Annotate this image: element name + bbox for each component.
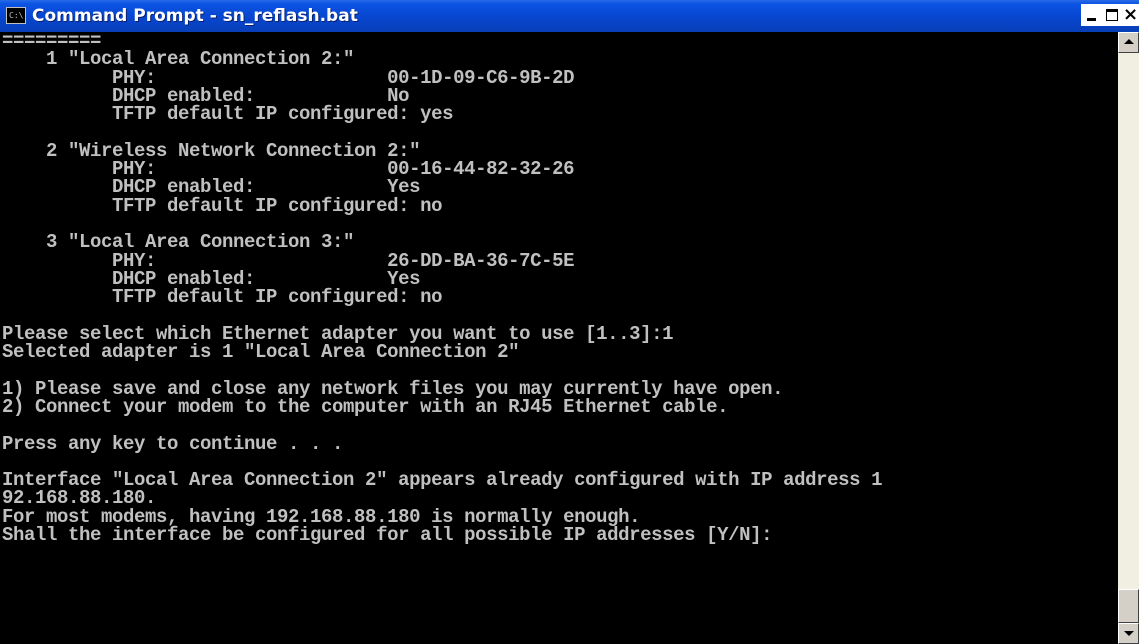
console-text: ========= 1 "Local Area Connection 2:" P… bbox=[0, 32, 1118, 547]
minimize-button[interactable] bbox=[1081, 4, 1103, 26]
scroll-down-arrow-icon bbox=[1124, 631, 1134, 636]
scroll-track[interactable] bbox=[1118, 53, 1139, 623]
console-output[interactable]: ========= 1 "Local Area Connection 2:" P… bbox=[0, 32, 1118, 644]
console-line: Selected adapter is 1 "Local Area Connec… bbox=[2, 341, 520, 364]
scroll-up-button[interactable] bbox=[1118, 32, 1139, 53]
scroll-up-arrow-icon bbox=[1124, 39, 1134, 44]
console-line: 3 "Local Area Connection 3:" bbox=[2, 231, 355, 254]
minimize-icon bbox=[1087, 18, 1096, 21]
cmd-icon[interactable]: C:\ bbox=[6, 7, 26, 24]
close-icon: × bbox=[1123, 4, 1139, 25]
console-line: TFTP default IP configured: no bbox=[2, 194, 443, 217]
console-line: TFTP default IP configured: yes bbox=[2, 103, 454, 126]
console-line: Shall the interface be configured for al… bbox=[2, 524, 773, 547]
console-line: 92.168.88.180. bbox=[2, 487, 157, 510]
scroll-thumb[interactable] bbox=[1118, 589, 1139, 623]
scroll-down-button[interactable] bbox=[1118, 623, 1139, 644]
console-line: 2) Connect your modem to the computer wi… bbox=[2, 395, 729, 418]
command-prompt-window: C:\ Command Prompt - sn_reflash.bat × ==… bbox=[0, 0, 1139, 644]
console-line: Interface "Local Area Connection 2" appe… bbox=[2, 469, 883, 492]
console-line: TFTP default IP configured: no bbox=[2, 286, 443, 309]
console-line: Press any key to continue . . . bbox=[2, 432, 344, 455]
console-line: DHCP enabled: Yes bbox=[2, 176, 421, 199]
maximize-icon bbox=[1106, 9, 1118, 21]
window-title: Command Prompt - sn_reflash.bat bbox=[32, 6, 358, 26]
close-button[interactable]: × bbox=[1121, 4, 1139, 26]
vertical-scrollbar[interactable] bbox=[1118, 32, 1139, 644]
console-line: 1 "Local Area Connection 2:" bbox=[2, 48, 355, 71]
maximize-button[interactable] bbox=[1101, 4, 1123, 26]
title-bar[interactable]: C:\ Command Prompt - sn_reflash.bat × bbox=[0, 0, 1139, 32]
